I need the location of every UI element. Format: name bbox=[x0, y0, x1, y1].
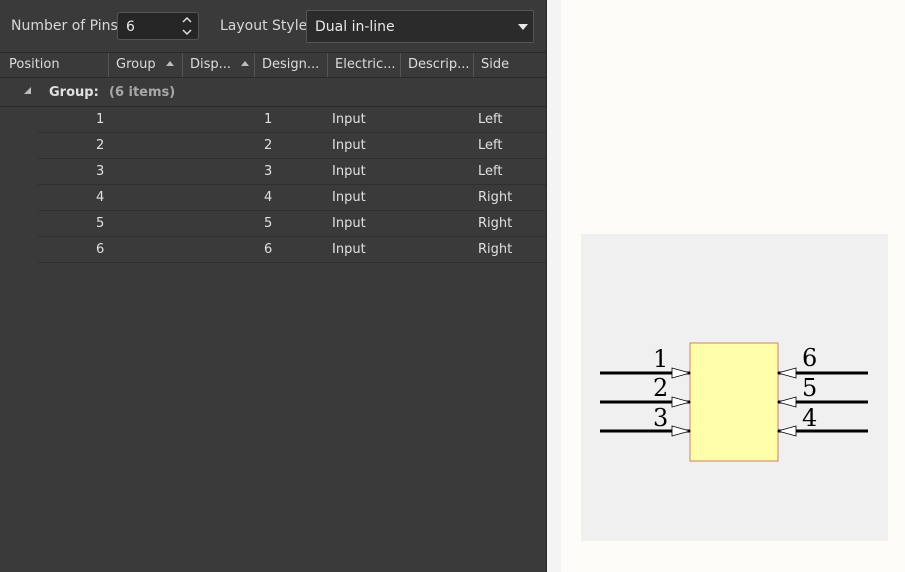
number-of-pins-input[interactable]: 6 bbox=[117, 12, 199, 40]
cell-position: 1 bbox=[96, 112, 105, 127]
cell-electrical: Input bbox=[332, 190, 366, 205]
table-row[interactable]: 2 2 Input Left bbox=[0, 133, 546, 159]
pin-number-label: 3 bbox=[653, 404, 668, 432]
table-row[interactable]: 1 1 Input Left bbox=[0, 107, 546, 133]
column-header-label: Disp... bbox=[190, 57, 232, 72]
component-body bbox=[689, 342, 779, 462]
table-header: Position Group Disp... Design... Electri… bbox=[0, 53, 546, 78]
column-header-label: Descrip... bbox=[408, 57, 470, 72]
pin-rows: 1 1 Input Left 2 2 Input Left 3 3 Input … bbox=[0, 107, 546, 263]
pin-number-label: 1 bbox=[653, 345, 668, 373]
cell-side: Right bbox=[478, 242, 513, 257]
cell-position: 5 bbox=[96, 216, 105, 231]
column-header-display[interactable]: Disp... bbox=[182, 53, 254, 77]
layout-style-label: Layout Style bbox=[220, 18, 308, 34]
number-of-pins-value: 6 bbox=[126, 19, 135, 35]
pin-right-4 bbox=[776, 425, 868, 437]
cell-electrical: Input bbox=[332, 216, 366, 231]
cell-position: 3 bbox=[96, 164, 105, 179]
cell-position: 2 bbox=[96, 138, 105, 153]
column-header-group[interactable]: Group bbox=[108, 53, 182, 77]
column-header-position[interactable]: Position bbox=[0, 53, 108, 77]
cell-designator: 3 bbox=[264, 164, 273, 179]
cell-designator: 2 bbox=[264, 138, 273, 153]
pin-number-label: 2 bbox=[653, 374, 668, 402]
cell-side: Left bbox=[478, 138, 503, 153]
cell-side: Left bbox=[478, 112, 503, 127]
column-header-label: Group bbox=[116, 57, 156, 72]
table-row[interactable]: 3 3 Input Left bbox=[0, 159, 546, 185]
pin-right-5 bbox=[776, 396, 868, 408]
panel-splitter[interactable] bbox=[546, 0, 561, 572]
layout-style-select[interactable]: Dual in-line bbox=[306, 10, 534, 43]
group-count: (6 items) bbox=[109, 85, 176, 100]
toolbar: Number of Pins 6 Layout Style Dual in-li… bbox=[0, 0, 546, 53]
pin-right-6 bbox=[776, 367, 868, 379]
cell-electrical: Input bbox=[332, 112, 366, 127]
number-of-pins-label: Number of Pins bbox=[11, 18, 118, 34]
symbol-preview-canvas: 1 2 3 6 5 4 bbox=[600, 342, 868, 462]
pin-editor-panel: Number of Pins 6 Layout Style Dual in-li… bbox=[0, 0, 546, 572]
group-row[interactable]: Group: (6 items) bbox=[0, 78, 546, 107]
pin-left-3 bbox=[600, 425, 692, 437]
spin-down-icon[interactable] bbox=[181, 26, 193, 38]
cell-side: Left bbox=[478, 164, 503, 179]
symbol-preview: 1 2 3 6 5 4 bbox=[581, 234, 888, 541]
column-header-side[interactable]: Side bbox=[473, 53, 546, 77]
pin-number-label: 6 bbox=[802, 344, 817, 372]
column-header-label: Position bbox=[9, 57, 60, 72]
table-row[interactable]: 6 6 Input Right bbox=[0, 237, 546, 263]
cell-electrical: Input bbox=[332, 164, 366, 179]
cell-electrical: Input bbox=[332, 138, 366, 153]
cell-position: 6 bbox=[96, 242, 105, 257]
pin-left-2 bbox=[600, 396, 692, 408]
pin-number-label: 5 bbox=[802, 374, 817, 402]
collapse-triangle-icon[interactable] bbox=[24, 87, 31, 94]
sort-ascending-icon bbox=[241, 61, 250, 66]
cell-side: Right bbox=[478, 216, 513, 231]
pin-left-1 bbox=[600, 367, 692, 379]
column-header-label: Electric... bbox=[335, 57, 396, 72]
cell-position: 4 bbox=[96, 190, 105, 205]
column-header-description[interactable]: Descrip... bbox=[400, 53, 473, 77]
chevron-down-icon[interactable] bbox=[518, 24, 528, 30]
table-row[interactable]: 4 4 Input Right bbox=[0, 185, 546, 211]
table-row[interactable]: 5 5 Input Right bbox=[0, 211, 546, 237]
spin-up-icon[interactable] bbox=[181, 14, 193, 26]
cell-designator: 4 bbox=[264, 190, 273, 205]
column-header-label: Design... bbox=[262, 57, 320, 72]
cell-side: Right bbox=[478, 190, 513, 205]
cell-designator: 5 bbox=[264, 216, 273, 231]
cell-designator: 6 bbox=[264, 242, 273, 257]
group-label: Group: bbox=[49, 85, 99, 100]
cell-electrical: Input bbox=[332, 242, 366, 257]
layout-style-value: Dual in-line bbox=[315, 19, 395, 35]
pin-number-label: 4 bbox=[802, 404, 817, 432]
cell-designator: 1 bbox=[264, 112, 273, 127]
column-header-designator[interactable]: Design... bbox=[254, 53, 327, 77]
column-header-label: Side bbox=[481, 57, 510, 72]
column-header-electrical[interactable]: Electric... bbox=[327, 53, 400, 77]
sort-ascending-icon bbox=[165, 61, 174, 66]
